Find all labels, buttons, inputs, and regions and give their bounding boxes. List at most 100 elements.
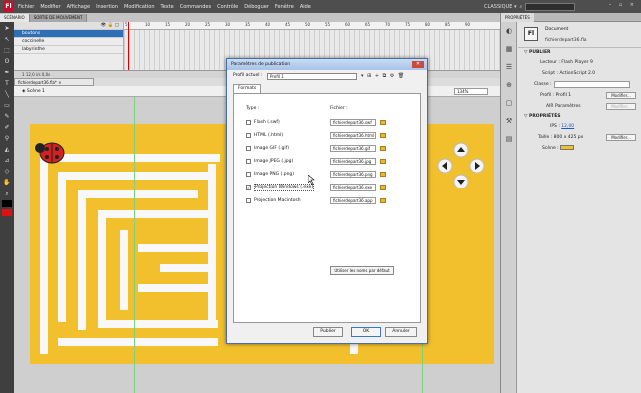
info-icon[interactable]: ⊕ (504, 80, 514, 90)
swatches-icon[interactable]: ▦ (504, 44, 514, 54)
modify-profile-button[interactable]: Modifier... (606, 92, 636, 99)
paint-bucket-icon[interactable]: ◭ (2, 145, 12, 154)
file-input[interactable]: fichierdepart36.html (330, 131, 376, 139)
menu-fenetre[interactable]: Fenêtre (275, 4, 294, 10)
arrow-up-button[interactable] (453, 142, 469, 158)
bone-icon[interactable]: ⚲ (2, 134, 12, 143)
arrow-left-button[interactable] (437, 158, 453, 174)
profile-action-icons[interactable]: ▾ ⊞ + ⧉ ⚙ 🗑 (361, 73, 405, 79)
file-input[interactable]: fichierdepart36.exe (330, 183, 376, 191)
text-icon[interactable]: T (2, 79, 12, 88)
format-png[interactable]: Image PNG (.png) (246, 170, 294, 178)
zoom-select[interactable]: 134% (454, 88, 488, 95)
checkbox[interactable] (246, 197, 251, 203)
tab-formats[interactable]: Formats (233, 84, 262, 93)
checkbox[interactable] (246, 171, 251, 177)
library-icon[interactable]: ▤ (504, 134, 514, 144)
format-jpeg[interactable]: Image JPEG (.jpg) (246, 157, 293, 165)
class-input[interactable] (554, 81, 630, 88)
script-text[interactable]: Script : ActionScript 2.0 (542, 68, 595, 79)
format-windows-projector[interactable]: ✓ Projection Windows (.exe) (246, 183, 315, 191)
player-text[interactable]: Lecteur : Flash Player 9 (540, 57, 593, 68)
folder-icon[interactable] (380, 171, 386, 177)
ladybug-icon[interactable] (34, 138, 66, 166)
file-input[interactable]: fichierdepart36.swf (330, 118, 376, 126)
modify-size-button[interactable]: Modifier... (606, 134, 636, 141)
cancel-button[interactable]: Annuler (385, 327, 417, 337)
use-default-names-button[interactable]: Utiliser les noms par défaut (330, 266, 394, 275)
brush-icon[interactable]: ✐ (2, 123, 12, 132)
menu-modification[interactable]: Modification (124, 4, 154, 10)
playhead[interactable] (128, 22, 132, 70)
file-input[interactable]: fichierdepart36.jpg (330, 157, 376, 165)
eyedropper-icon[interactable]: ⊿ (2, 156, 12, 165)
layer-boutons[interactable]: boutons (14, 30, 123, 38)
checkbox[interactable] (246, 145, 251, 151)
fill-color-swatch[interactable] (2, 209, 12, 216)
modify-air-button[interactable]: Modifier... (606, 103, 636, 110)
checkbox[interactable] (246, 158, 251, 164)
free-transform-icon[interactable]: ⬚ (2, 46, 12, 55)
file-input[interactable]: fichierdepart36.png (330, 170, 376, 178)
scene-label[interactable]: Scène 1 (27, 89, 45, 94)
hand-icon[interactable]: ✋ (2, 178, 12, 187)
file-input[interactable]: fichierdepart36.app (330, 196, 376, 204)
stroke-color-swatch[interactable] (2, 200, 12, 207)
folder-icon[interactable] (380, 158, 386, 164)
menu-fichier[interactable]: Fichier (18, 4, 34, 10)
ok-button[interactable]: OK (351, 327, 381, 337)
document-tab[interactable]: fichierdepart36.fla* × (14, 78, 94, 86)
tab-proprietes[interactable]: PROPRIÉTÉS (501, 13, 534, 22)
folder-icon[interactable] (380, 197, 386, 203)
arrow-icon[interactable]: ➤ (2, 24, 12, 33)
workspace-label[interactable]: CLASSIQUE ▾ (484, 4, 517, 10)
menu-commandes[interactable]: Commandes (180, 4, 211, 10)
pencil-icon[interactable]: ✎ (2, 112, 12, 121)
folder-icon[interactable] (380, 184, 386, 190)
color-panel-icon[interactable]: ◐ (504, 26, 514, 36)
layer-labyrinthe[interactable]: labyrinthe (14, 46, 123, 54)
file-input[interactable]: fichierdepart36.gif (330, 144, 376, 152)
components-icon[interactable]: ⚒ (504, 116, 514, 126)
eraser-icon[interactable]: ◇ (2, 167, 12, 176)
line-icon[interactable]: ╲ (2, 90, 12, 99)
checkbox-checked[interactable]: ✓ (246, 184, 251, 190)
format-gif[interactable]: Image GIF (.gif) (246, 144, 289, 152)
format-html[interactable]: HTML (.html) (246, 131, 283, 139)
checkbox[interactable] (246, 132, 251, 138)
window-controls[interactable]: – ▫ × (609, 2, 637, 8)
publish-button[interactable]: Publier (313, 327, 343, 337)
format-mac-projector[interactable]: Projection Macintosh (246, 196, 301, 204)
help-search-input[interactable] (525, 2, 576, 11)
profile-select[interactable]: Profil 1 (267, 73, 357, 80)
arrow-down-button[interactable] (453, 174, 469, 188)
publish-section-header[interactable]: ▽ PUBLIER (518, 48, 641, 57)
folder-icon[interactable] (380, 119, 386, 125)
checkbox[interactable] (246, 119, 251, 125)
format-flash[interactable]: Flash (.swf) (246, 118, 280, 126)
lasso-icon[interactable]: ʘ (2, 57, 12, 66)
transform-icon[interactable]: ▢ (504, 98, 514, 108)
menu-controle[interactable]: Contrôle (217, 4, 238, 10)
arrow-right-button[interactable] (469, 158, 485, 174)
rect-icon[interactable]: ▭ (2, 101, 12, 110)
menu-affichage[interactable]: Affichage (67, 4, 91, 10)
properties-section-header[interactable]: ▽ PROPRIÉTÉS (518, 112, 641, 121)
tab-sortie-mouvement[interactable]: SORTIE DE MOUVEMENT (29, 14, 88, 22)
folder-icon[interactable] (380, 145, 386, 151)
layer-coccinelle[interactable]: coccinelle (14, 38, 123, 46)
menu-deboguer[interactable]: Déboguer (244, 4, 269, 10)
menu-modifier[interactable]: Modifier (40, 4, 60, 10)
layer-toggle-icons[interactable]: 👁 🔒 ▢ (101, 22, 119, 30)
subselect-icon[interactable]: ↖ (2, 35, 12, 44)
close-button[interactable]: ✕ (412, 61, 424, 68)
menu-texte[interactable]: Texte (161, 4, 174, 10)
align-icon[interactable]: ☰ (504, 62, 514, 72)
menu-insertion[interactable]: Insertion (96, 4, 118, 10)
folder-icon[interactable] (380, 132, 386, 138)
fps-value[interactable]: 12,00 (561, 124, 574, 129)
stage-color-swatch[interactable] (560, 145, 575, 150)
tab-scenario[interactable]: SCÉNARIO (0, 14, 30, 22)
zoom-icon[interactable]: ⌕ (2, 189, 12, 198)
menu-aide[interactable]: Aide (300, 4, 311, 10)
